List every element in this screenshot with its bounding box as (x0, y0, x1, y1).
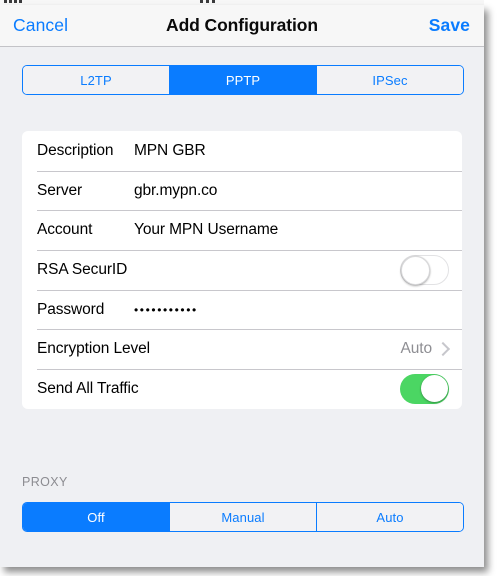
password-label: Password (37, 300, 105, 318)
row-encryption-level[interactable]: Encryption Level Auto (22, 329, 462, 369)
account-label: Account (37, 221, 93, 239)
save-button[interactable]: Save (429, 15, 470, 36)
password-input[interactable]: ••••••••••• (134, 303, 198, 317)
row-description[interactable]: Description MPN GBR (22, 131, 462, 171)
page-title: Add Configuration (166, 15, 318, 35)
screen: Cancel Add Configuration Save L2TP PPTP … (0, 0, 500, 576)
send-all-traffic-toggle[interactable] (400, 373, 449, 404)
segment-proxy-auto[interactable]: Auto (316, 503, 463, 531)
toggle-knob (421, 374, 448, 402)
proxy-segmented-control[interactable]: Off Manual Auto (22, 502, 464, 532)
segment-pptp[interactable]: PPTP (169, 66, 316, 94)
encryption-level-value: Auto (400, 340, 433, 358)
rsa-securid-toggle[interactable] (400, 254, 449, 285)
chevron-right-icon (435, 342, 451, 357)
add-configuration-modal: Cancel Add Configuration Save L2TP PPTP … (0, 5, 484, 567)
vpn-protocol-segmented-control[interactable]: L2TP PPTP IPSec (22, 65, 464, 95)
row-rsa-securid[interactable]: RSA SecurID (22, 250, 462, 290)
encryption-level-label: Encryption Level (37, 340, 150, 358)
send-all-traffic-label: Send All Traffic (37, 379, 139, 397)
server-label: Server (37, 181, 83, 199)
navigation-bar: Cancel Add Configuration Save (0, 5, 484, 47)
segment-proxy-manual[interactable]: Manual (169, 503, 316, 531)
toggle-knob (401, 255, 430, 285)
server-input[interactable]: gbr.mypn.co (134, 182, 217, 200)
description-label: Description (37, 141, 114, 159)
segment-proxy-off[interactable]: Off (23, 503, 169, 531)
segment-ipsec[interactable]: IPSec (316, 66, 463, 94)
description-input[interactable]: MPN GBR (134, 142, 206, 160)
rsa-securid-label: RSA SecurID (37, 260, 128, 278)
row-account[interactable]: Account Your MPN Username (22, 210, 462, 250)
account-input[interactable]: Your MPN Username (134, 221, 278, 239)
segment-l2tp[interactable]: L2TP (23, 66, 169, 94)
proxy-section-header: PROXY (22, 475, 68, 489)
row-send-all-traffic[interactable]: Send All Traffic (22, 369, 462, 409)
vpn-settings-card: Description MPN GBR Server gbr.mypn.co A… (22, 131, 462, 409)
row-password[interactable]: Password ••••••••••• (22, 289, 462, 330)
row-server[interactable]: Server gbr.mypn.co (22, 170, 462, 211)
form-content: L2TP PPTP IPSec Description MPN GBR Serv… (0, 47, 484, 567)
